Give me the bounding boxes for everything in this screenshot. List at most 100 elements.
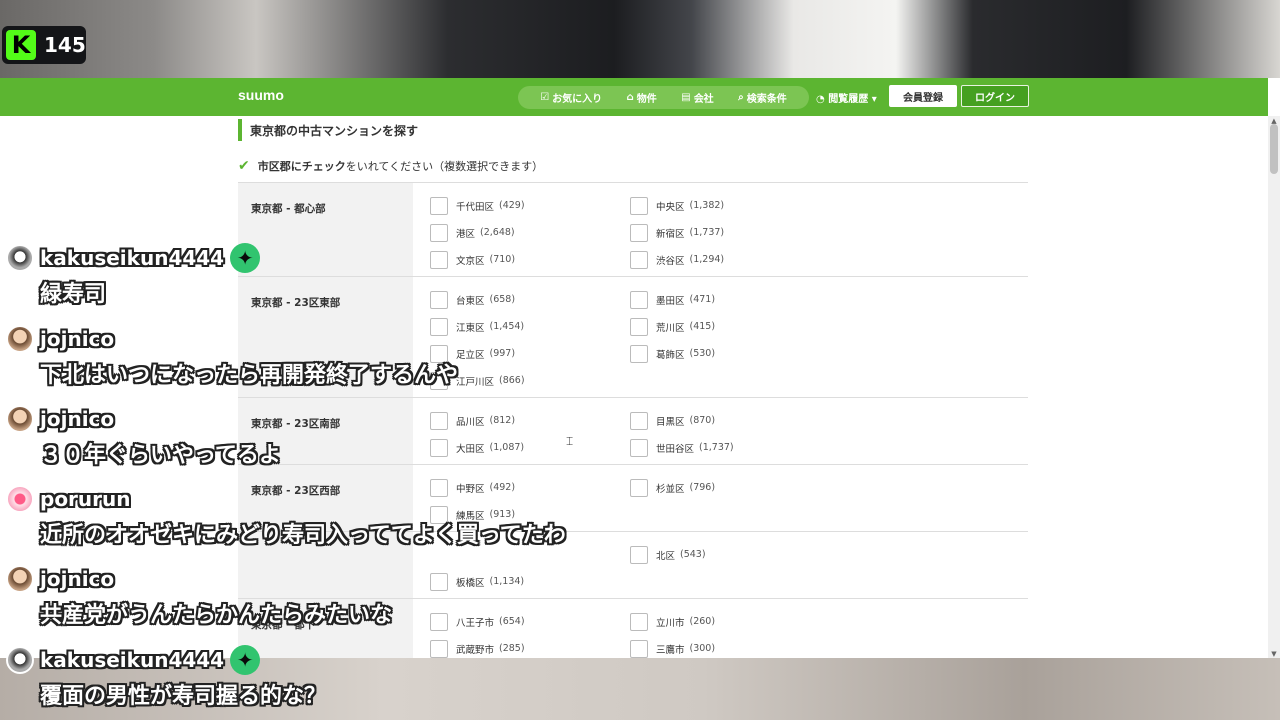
ward-option[interactable]: 江東区 (1,454) <box>430 313 630 340</box>
nav-companies[interactable]: ▤ 会社 <box>681 90 713 105</box>
area-row: 東京都 - 23区東部 台東区 (658) 墨田区 (471) 江東区 (1,454) 荒川区… <box>238 277 1028 398</box>
ward-count: (415) <box>689 321 716 332</box>
ward-option[interactable]: 大田区 (1,087) <box>430 434 630 461</box>
suumo-logo[interactable]: suumo <box>238 87 284 103</box>
ward-option[interactable]: 板橋区 (1,134) <box>430 568 630 595</box>
ward-count: (796) <box>689 482 716 493</box>
ward-option[interactable]: 八王子市 (654) <box>430 608 630 635</box>
ward-checkbox[interactable] <box>430 572 448 591</box>
nav-favorites[interactable]: ☑ お気に入り <box>540 90 602 105</box>
ward-option[interactable]: 荒川区 (415) <box>630 313 830 340</box>
ward-count: (812) <box>489 415 516 426</box>
ward-name: 世田谷区 <box>656 443 695 455</box>
ward-option[interactable]: 品川区 (812) <box>430 407 630 434</box>
ward-option[interactable]: 立川市 (260) <box>630 608 830 635</box>
ward-list: 千代田区 (429) 中央区 (1,382) 港区 (2,648) 新宿区 (1,737) 文京… <box>413 183 1028 276</box>
ward-option[interactable]: 目黒区 (870) <box>630 407 830 434</box>
ward-name: 中央区 <box>656 201 685 213</box>
ward-option[interactable]: 中央区 (1,382) <box>630 192 830 219</box>
ward-name: 八王子市 <box>456 617 495 629</box>
ward-checkbox[interactable] <box>430 612 448 631</box>
ward-checkbox[interactable] <box>430 290 448 309</box>
ward-checkbox[interactable] <box>430 478 448 497</box>
ward-checkbox[interactable] <box>430 196 448 215</box>
ward-list: 北区 (543) 板橋区 (1,134) <box>413 532 1028 598</box>
ward-count: (658) <box>489 294 516 305</box>
ward-option[interactable]: 世田谷区 (1,737) <box>630 434 830 461</box>
login-button[interactable]: ログイン <box>961 85 1029 107</box>
viewer-count-badge: K 145 <box>2 26 86 64</box>
ward-checkbox[interactable] <box>430 317 448 336</box>
ward-option[interactable]: 武蔵野市 (285) <box>430 635 630 658</box>
ward-checkbox[interactable] <box>630 250 648 269</box>
ward-checkbox[interactable] <box>630 290 648 309</box>
kick-logo-icon: K <box>6 30 36 60</box>
ward-name: 北区 <box>656 550 676 562</box>
suumo-page: suumo ☑ お気に入り ⌂ 物件 ▤ 会社 ⌕ 検索条件 ◔ 閲覧履歴 ▾ 会員登録… <box>0 78 1280 658</box>
ward-checkbox[interactable] <box>430 371 448 390</box>
ward-checkbox[interactable] <box>430 639 448 658</box>
ward-list: 中野区 (492) 杉並区 (796) 練馬区 (913) <box>413 465 1028 531</box>
ward-checkbox[interactable] <box>630 223 648 242</box>
ward-option[interactable]: 三鷹市 (300) <box>630 635 830 658</box>
ward-checkbox[interactable] <box>630 438 648 457</box>
scroll-thumb[interactable] <box>1270 124 1278 174</box>
ward-checkbox[interactable] <box>630 639 648 658</box>
ward-list: 品川区 (812) 目黒区 (870) 大田区 (1,087) 世田谷区 (1,737) <box>413 398 1028 464</box>
ward-count: (1,087) <box>489 442 525 453</box>
ward-checkbox[interactable] <box>630 411 648 430</box>
ward-checkbox[interactable] <box>630 478 648 497</box>
ward-option[interactable]: 杉並区 (796) <box>630 474 830 501</box>
ward-option[interactable]: 北区 (543) <box>630 541 830 568</box>
ward-option[interactable]: 練馬区 (913) <box>430 501 630 528</box>
ward-checkbox[interactable] <box>430 250 448 269</box>
ward-checkbox[interactable] <box>430 438 448 457</box>
ward-checkbox[interactable] <box>630 612 648 631</box>
ward-name: 葛飾区 <box>656 349 685 361</box>
area-name: 東京都 - 23区南部 <box>238 398 413 464</box>
ward-checkbox[interactable] <box>430 505 448 524</box>
scroll-down-icon[interactable]: ▼ <box>1268 650 1280 658</box>
ward-name: 江東区 <box>456 322 485 334</box>
area-row: 東京都 - 都心部 千代田区 (429) 中央区 (1,382) 港区 (2,648) 新宿区… <box>238 183 1028 277</box>
ward-option[interactable]: 足立区 (997) <box>430 340 630 367</box>
ward-checkbox[interactable] <box>630 317 648 336</box>
ward-option[interactable]: 文京区 (710) <box>430 246 630 273</box>
ward-checkbox[interactable] <box>430 223 448 242</box>
nav-search-conditions[interactable]: ⌕ 検索条件 <box>738 90 787 105</box>
ward-option[interactable]: 江戸川区 (866) <box>430 367 630 394</box>
ward-checkbox[interactable] <box>630 545 648 564</box>
nav-label: 会社 <box>693 94 714 105</box>
ward-count: (530) <box>689 348 716 359</box>
ward-name: 品川区 <box>456 416 485 428</box>
ward-name: 武蔵野市 <box>456 644 495 656</box>
nav-properties[interactable]: ⌂ 物件 <box>627 90 657 105</box>
ward-checkbox[interactable] <box>430 411 448 430</box>
ward-option[interactable]: 墨田区 (471) <box>630 286 830 313</box>
ward-list: 八王子市(654)立川市(260)武蔵野市(285)三鷹市(300)青梅市(10… <box>413 599 1028 658</box>
ward-name: 台東区 <box>456 295 485 307</box>
ward-option[interactable]: 新宿区 (1,737) <box>630 219 830 246</box>
ward-count: (492) <box>489 482 516 493</box>
ward-checkbox[interactable] <box>630 344 648 363</box>
ward-name: 板橋区 <box>456 577 485 589</box>
ward-option[interactable] <box>430 541 630 568</box>
history-dropdown[interactable]: ◔ 閲覧履歴 ▾ <box>816 90 877 105</box>
area-row: 北区 (543) 板橋区 (1,134) <box>238 532 1028 599</box>
ward-option[interactable]: 葛飾区 (530) <box>630 340 830 367</box>
site-header: suumo ☑ お気に入り ⌂ 物件 ▤ 会社 ⌕ 検索条件 ◔ 閲覧履歴 ▾ 会員登録… <box>0 78 1268 116</box>
register-button[interactable]: 会員登録 <box>889 85 957 107</box>
ward-checkbox[interactable] <box>630 196 648 215</box>
check-icon: ✔ <box>238 158 250 174</box>
ward-option[interactable]: 港区 (2,648) <box>430 219 630 246</box>
ward-option[interactable]: 千代田区 (429) <box>430 192 630 219</box>
ward-checkbox[interactable] <box>430 344 448 363</box>
viewer-count: 145 <box>44 33 86 57</box>
ward-name: 江戸川区 <box>456 376 495 388</box>
ward-option[interactable]: 渋谷区 (1,294) <box>630 246 830 273</box>
scrollbar[interactable]: ▲ ▼ <box>1268 116 1280 658</box>
ward-count: (1,294) <box>689 254 725 265</box>
ward-option[interactable]: 台東区 (658) <box>430 286 630 313</box>
ward-option[interactable]: 中野区 (492) <box>430 474 630 501</box>
house-icon: ⌂ <box>626 92 634 103</box>
